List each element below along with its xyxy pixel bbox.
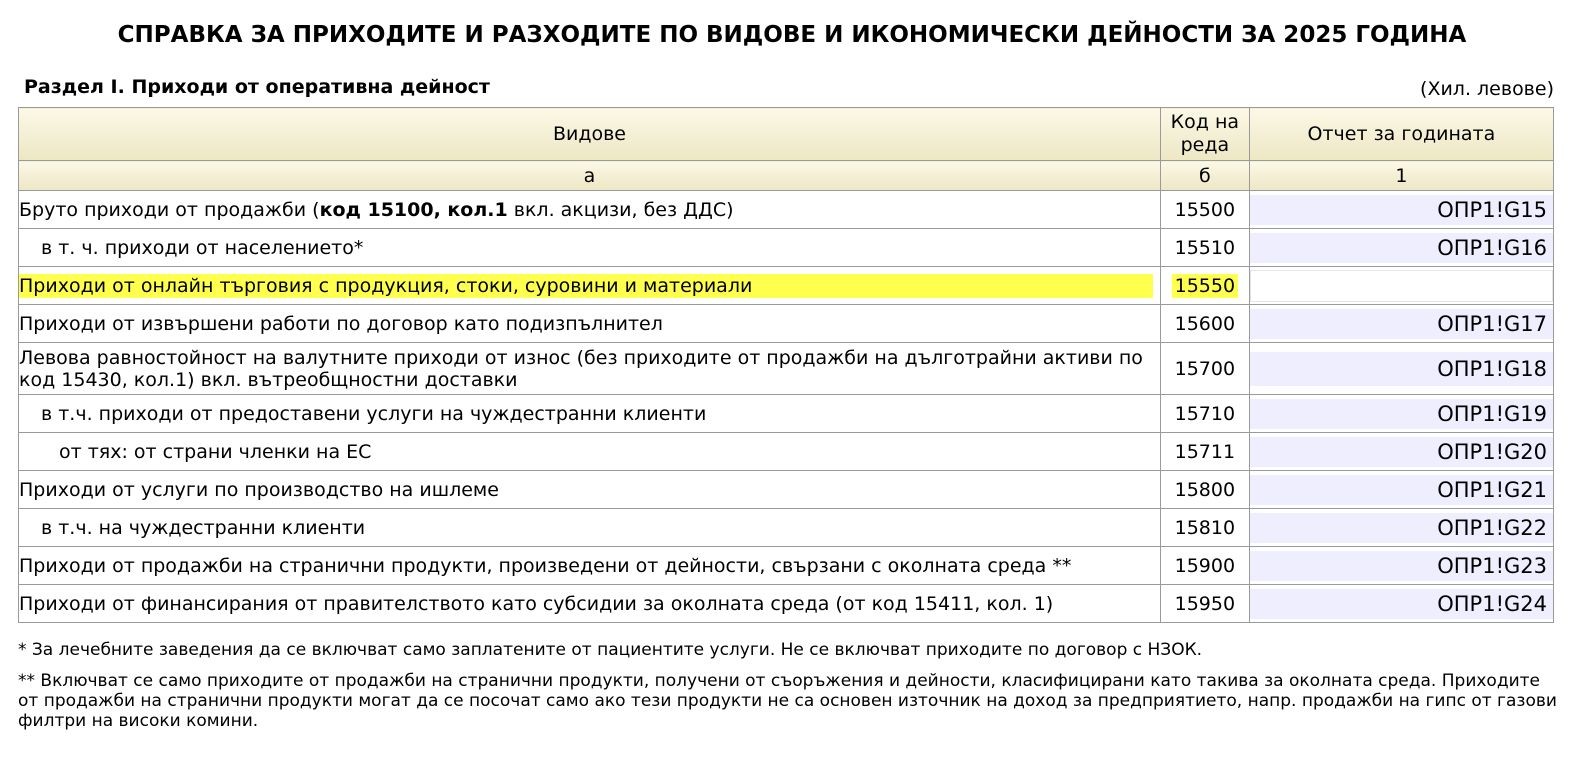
row-value-cell[interactable]: ОПР1!G17: [1248, 304, 1555, 343]
row-value-empty[interactable]: [1249, 269, 1553, 302]
row-value-cell[interactable]: ОПР1!G21: [1248, 470, 1555, 509]
table-row: Приходи от продажби на странични продукт…: [18, 546, 1555, 585]
table-row: в т. ч. приходи от населението* 15510 ОП…: [18, 228, 1555, 267]
row-value[interactable]: ОПР1!G18: [1249, 351, 1553, 386]
row-value[interactable]: ОПР1!G23: [1249, 550, 1553, 581]
page-title: СПРАВКА ЗА ПРИХОДИТЕ И РАЗХОДИТЕ ПО ВИДО…: [117, 22, 1467, 48]
row-description-highlight: Приходи от онлайн търговия с продукция, …: [19, 273, 1153, 298]
income-table: Видове Код на реда Отчет за годината а б…: [18, 107, 1555, 623]
table-row: Бруто приходи от продажби (код 15100, ко…: [18, 190, 1555, 229]
subheader-b: б: [1159, 160, 1250, 191]
table-row: в т.ч. на чуждестранни клиенти 15810 ОПР…: [18, 508, 1555, 547]
section-title: Раздел I. Приходи от оперативна дейност: [24, 76, 490, 98]
table-subheader-row: а б 1: [18, 160, 1555, 191]
row-code: 15950: [1159, 584, 1250, 623]
row-value-cell[interactable]: ОПР1!G24: [1248, 584, 1555, 623]
row-value-cell[interactable]: ОПР1!G15: [1248, 190, 1555, 229]
table-row: Приходи от услуги по производство на ишл…: [18, 470, 1555, 509]
row-code: 15600: [1159, 304, 1250, 343]
table-row: Левова равностойност на валутните приход…: [18, 342, 1555, 395]
row-value-cell[interactable]: ОПР1!G19: [1248, 394, 1555, 433]
table-row-highlighted: Приходи от онлайн търговия с продукция, …: [18, 266, 1555, 305]
row-description: в т.ч. на чуждестранни клиенти: [18, 508, 1161, 547]
row-code: 15700: [1159, 342, 1250, 395]
header-types: Видове: [18, 107, 1161, 161]
row-code: 15800: [1159, 470, 1250, 509]
row-description: Бруто приходи от продажби (код 15100, ко…: [18, 190, 1161, 229]
footnotes: * За лечебните заведения да се включват …: [18, 640, 1558, 742]
row-value[interactable]: ОПР1!G17: [1249, 308, 1553, 339]
row-code: 15500: [1159, 190, 1250, 229]
footnote-1: * За лечебните заведения да се включват …: [18, 640, 1203, 660]
row-value[interactable]: ОПР1!G22: [1249, 512, 1553, 543]
row-description: в т. ч. приходи от населението*: [18, 228, 1161, 267]
row-value[interactable]: ОПР1!G15: [1249, 194, 1553, 225]
subheader-a: а: [18, 160, 1161, 191]
row-code: 15810: [1159, 508, 1250, 547]
row-value[interactable]: ОПР1!G19: [1249, 398, 1553, 429]
row-value[interactable]: ОПР1!G24: [1249, 588, 1553, 619]
subheader-c: 1: [1248, 160, 1555, 191]
row-value[interactable]: ОПР1!G21: [1249, 474, 1553, 505]
row-description-text: Бруто приходи от продажби (: [19, 198, 320, 221]
row-description: Приходи от финансирания от правителствот…: [18, 584, 1161, 623]
table-row: Приходи от финансирания от правителствот…: [18, 584, 1555, 623]
row-description: от тях: от страни членки на ЕС: [18, 432, 1161, 471]
row-value-cell[interactable]: ОПР1!G23: [1248, 546, 1555, 585]
row-code: 15710: [1159, 394, 1250, 433]
row-description: Приходи от онлайн търговия с продукция, …: [18, 266, 1161, 305]
row-value-cell[interactable]: ОПР1!G20: [1248, 432, 1555, 471]
row-value-cell[interactable]: ОПР1!G18: [1248, 342, 1555, 395]
row-value[interactable]: ОПР1!G20: [1249, 436, 1553, 467]
header-report: Отчет за годината: [1248, 107, 1555, 161]
table-header-row: Видове Код на реда Отчет за годината: [18, 107, 1555, 161]
row-description: Приходи от продажби на странични продукт…: [18, 546, 1161, 585]
row-description-text: вкл. акцизи, без ДДС): [507, 198, 734, 221]
table-row: от тях: от страни членки на ЕС 15711 ОПР…: [18, 432, 1555, 471]
row-description: Приходи от извършени работи по договор к…: [18, 304, 1161, 343]
row-code: 15550: [1159, 266, 1250, 305]
units-label: (Хил. левове): [1420, 78, 1554, 100]
row-description: в т.ч. приходи от предоставени услуги на…: [18, 394, 1161, 433]
row-description-bold: код 15100, кол.1: [319, 198, 508, 221]
row-value[interactable]: ОПР1!G16: [1249, 232, 1553, 263]
header-code: Код на реда: [1159, 107, 1250, 161]
row-code: 15711: [1159, 432, 1250, 471]
header-code-label: Код на реда: [1170, 111, 1240, 156]
table-row: Приходи от извършени работи по договор к…: [18, 304, 1555, 343]
table-row: в т.ч. приходи от предоставени услуги на…: [18, 394, 1555, 433]
row-code-highlight: 15550: [1171, 273, 1239, 298]
row-code: 15510: [1159, 228, 1250, 267]
row-value-cell[interactable]: [1248, 266, 1555, 305]
row-description: Левова равностойност на валутните приход…: [18, 342, 1161, 395]
row-value-cell[interactable]: ОПР1!G22: [1248, 508, 1555, 547]
row-code: 15900: [1159, 546, 1250, 585]
row-description-text: Левова равностойност на валутните приход…: [19, 346, 1143, 391]
row-description: Приходи от услуги по производство на ишл…: [18, 470, 1161, 509]
row-value-cell[interactable]: ОПР1!G16: [1248, 228, 1555, 267]
footnote-2: ** Включват се само приходите от продажб…: [18, 671, 1557, 731]
